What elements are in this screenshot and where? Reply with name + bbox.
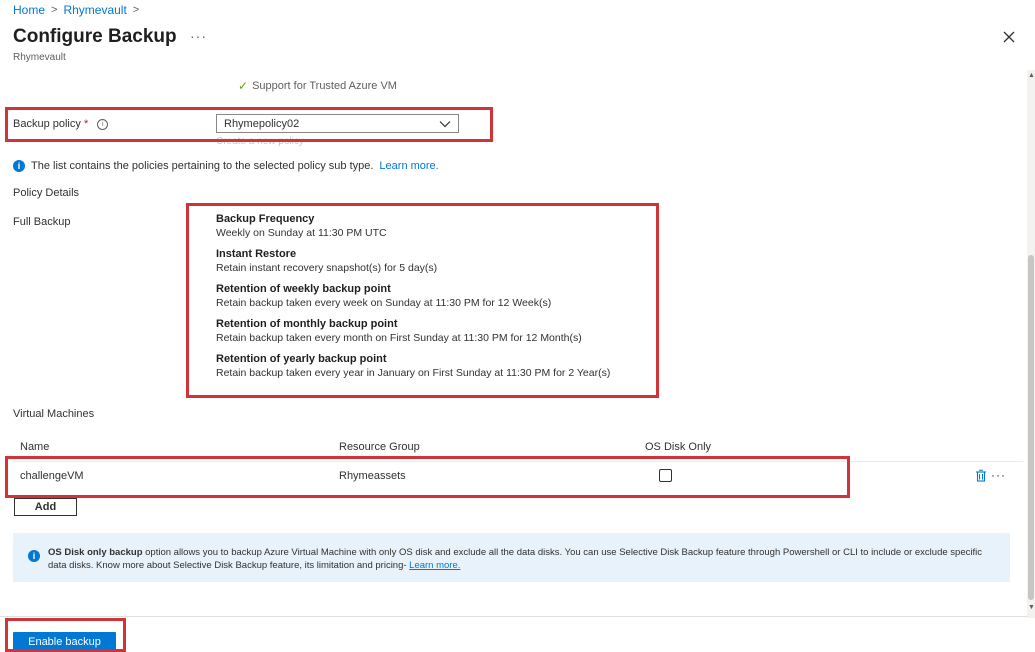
column-header-os-disk-only: OS Disk Only <box>645 441 712 453</box>
footer-divider <box>0 616 1027 617</box>
highlight-policy-details <box>186 203 659 398</box>
full-backup-label: Full Backup <box>13 216 71 228</box>
breadcrumb-separator-icon: > <box>51 4 58 16</box>
info-icon: i <box>28 546 40 564</box>
add-vm-button[interactable]: Add <box>14 498 77 516</box>
scrollbar-thumb[interactable] <box>1028 255 1034 600</box>
scroll-up-icon[interactable]: ▲ <box>1028 72 1035 79</box>
breadcrumb-vault[interactable]: Rhymevault <box>63 3 126 17</box>
banner-learn-more-link[interactable]: Learn more. <box>409 560 460 571</box>
delete-row-button[interactable] <box>975 469 987 487</box>
policy-info-message: i The list contains the policies pertain… <box>13 160 439 172</box>
learn-more-link[interactable]: Learn more. <box>379 160 438 172</box>
highlight-backup-policy <box>5 107 493 142</box>
os-disk-banner-text: OS Disk only backup option allows you to… <box>48 547 982 571</box>
trusted-vm-support: ✓ Support for Trusted Azure VM <box>238 79 397 93</box>
column-header-name: Name <box>20 441 50 453</box>
close-icon <box>1003 31 1015 43</box>
trash-icon <box>976 469 986 482</box>
scroll-down-icon[interactable]: ▼ <box>1028 604 1035 611</box>
breadcrumb-separator-icon: > <box>132 4 140 16</box>
support-text: Support for Trusted Azure VM <box>252 80 397 92</box>
close-button[interactable] <box>1000 28 1018 46</box>
more-options-icon[interactable]: ··· <box>190 28 207 44</box>
highlight-vm-row <box>5 456 850 498</box>
page-subtitle: Rhymevault <box>13 52 66 63</box>
info-icon: i <box>13 160 25 172</box>
page-title: Configure Backup <box>13 26 177 47</box>
highlight-enable-backup <box>5 618 126 652</box>
row-more-options-icon[interactable]: ··· <box>991 468 1006 482</box>
virtual-machines-heading: Virtual Machines <box>13 408 95 420</box>
column-header-resource-group: Resource Group <box>339 441 420 453</box>
breadcrumb: Home > Rhymevault > <box>13 3 139 17</box>
policy-details-heading: Policy Details <box>13 187 80 199</box>
checkmark-icon: ✓ <box>238 79 249 93</box>
breadcrumb-home[interactable]: Home <box>13 3 45 17</box>
